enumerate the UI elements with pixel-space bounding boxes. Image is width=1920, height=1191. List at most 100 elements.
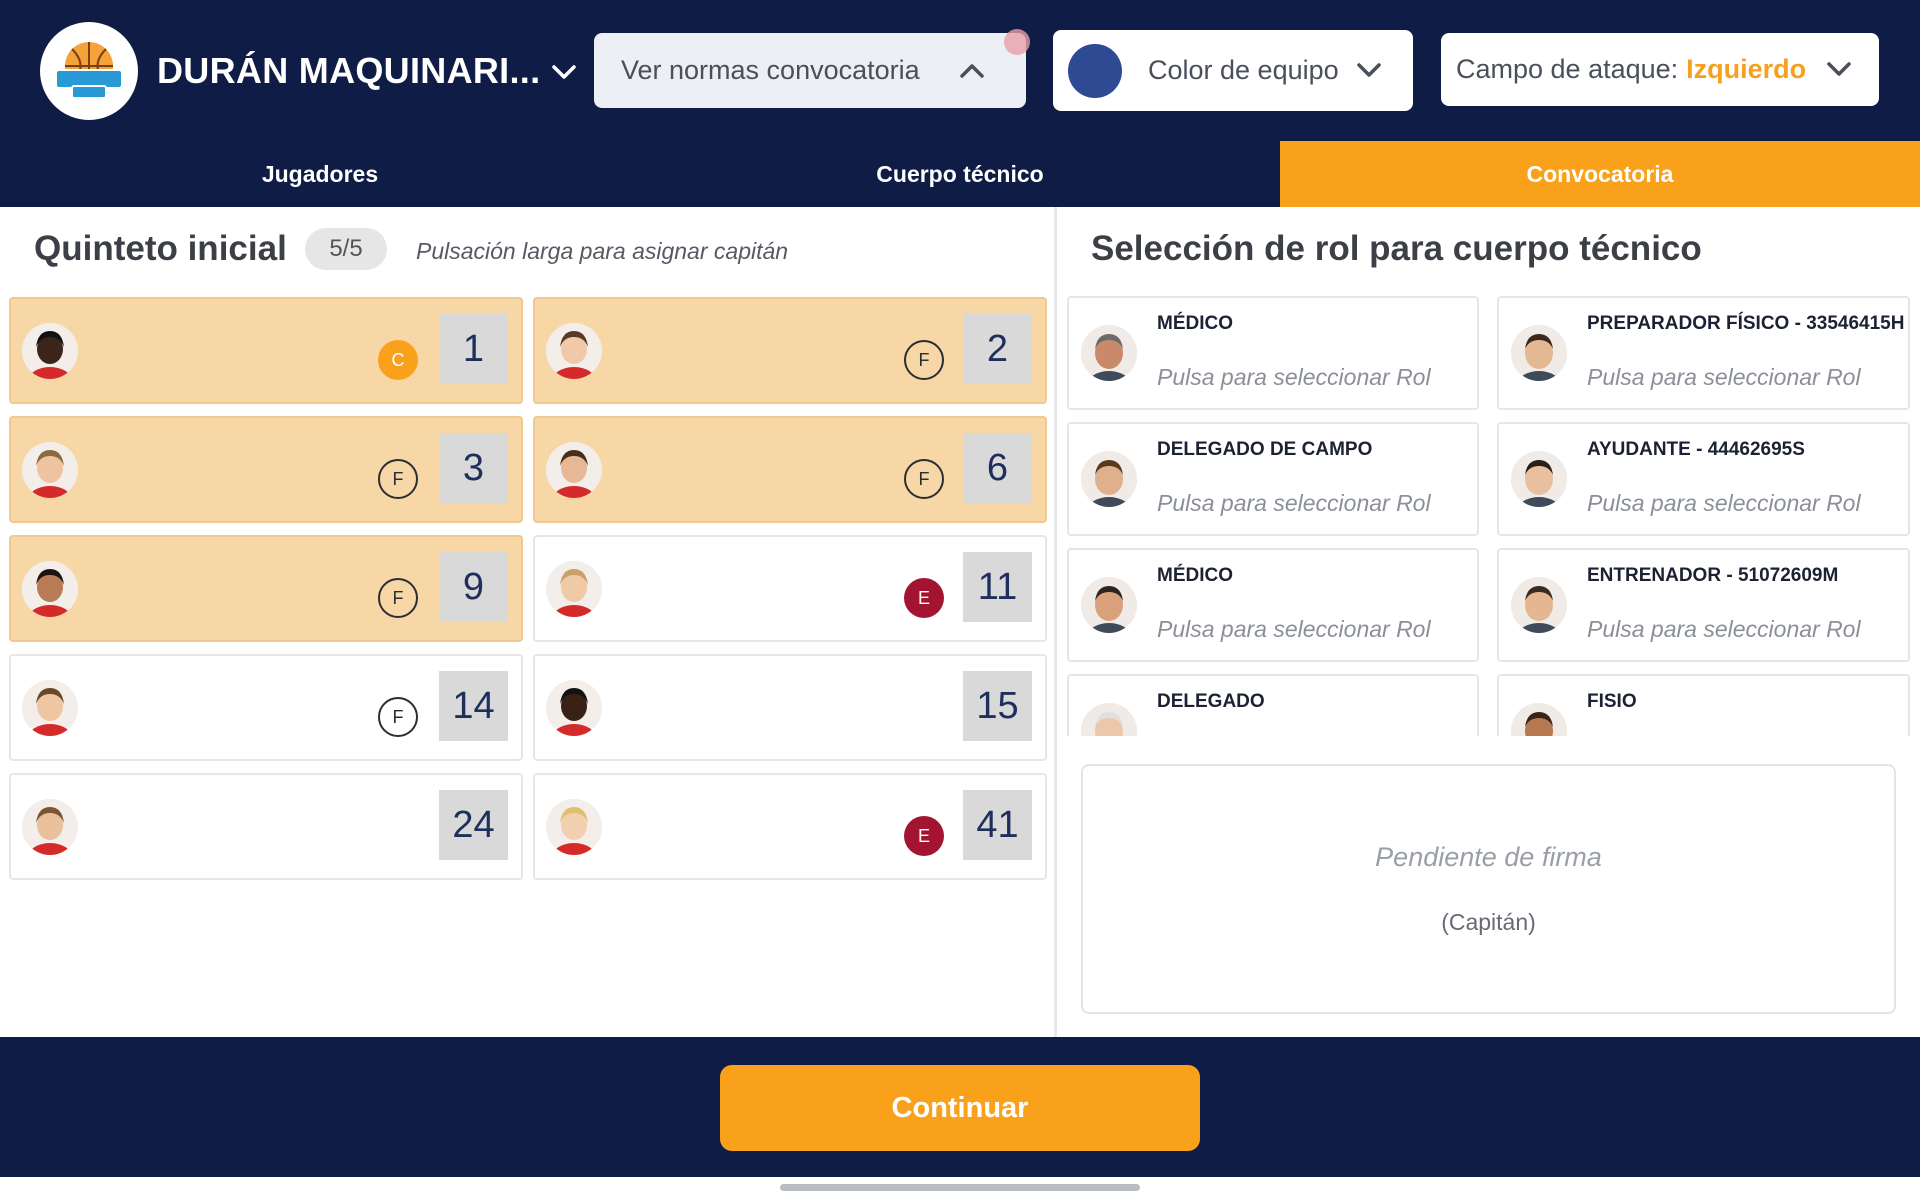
- player-number: 11: [963, 552, 1032, 622]
- team-color-label: Color de equipo: [1148, 55, 1339, 85]
- signature-box[interactable]: Pendiente de firma (Capitán): [1081, 764, 1896, 1014]
- staff-avatar: [1081, 577, 1137, 633]
- staff-card[interactable]: DELEGADO DE CAMPO Pulsa para seleccionar …: [1067, 422, 1479, 536]
- staff-role: DELEGADO DE CAMPO: [1157, 439, 1373, 460]
- footer-bar: Continuar: [0, 1037, 1920, 1177]
- staff-role-hint: Pulsa para seleccionar Rol: [1157, 364, 1431, 390]
- staff-title: Selección de rol para cuerpo técnico: [1091, 229, 1702, 268]
- player-avatar: [546, 799, 602, 855]
- rules-dropdown-button[interactable]: Ver normas convocatoria: [594, 33, 1026, 108]
- staff-role-hint: Pulsa para seleccionar Rol: [1587, 490, 1861, 516]
- e-badge: E: [904, 816, 944, 856]
- player-number: 24: [439, 790, 508, 860]
- staff-card[interactable]: FISIOPulsa para seleccionar Rol: [1497, 674, 1910, 736]
- staff-role: PREPARADOR FÍSICO - 33546415H: [1587, 313, 1905, 334]
- player-card[interactable]: F9: [9, 535, 523, 642]
- staff-scroll-area[interactable]: MÉDICO Pulsa para seleccionar Rol PREPARAD…: [1067, 296, 1912, 736]
- lineup-hint: Pulsación larga para asignar capitán: [416, 238, 789, 264]
- player-number: 15: [963, 671, 1032, 741]
- attack-side-dropdown[interactable]: Campo de ataque: Izquierdo: [1441, 33, 1879, 106]
- player-card[interactable]: F2: [533, 297, 1047, 404]
- player-card[interactable]: F 14: [9, 654, 523, 761]
- staff-role-hint: Pulsa para seleccionar Rol: [1157, 616, 1431, 642]
- staff-avatar: [1511, 703, 1567, 736]
- team-color-swatch: [1068, 43, 1122, 98]
- staff-avatar: [1511, 577, 1567, 633]
- player-number: 41: [963, 790, 1032, 860]
- tab-cuerpo-tecnico[interactable]: Cuerpo técnico: [640, 141, 1280, 207]
- player-number: 9: [439, 552, 508, 622]
- player-number: 6: [963, 433, 1032, 503]
- basketball-logo-icon: [55, 42, 123, 99]
- staff-card[interactable]: MÉDICO Pulsa para seleccionar Rol: [1067, 296, 1479, 410]
- rules-button-label: Ver normas convocatoria: [621, 55, 920, 85]
- tab-convocatoria[interactable]: Convocatoria: [1280, 141, 1920, 207]
- signature-role-text: (Capitán): [1441, 909, 1536, 935]
- staff-card[interactable]: AYUDANTE - 44462695S Pulsa para seleccion…: [1497, 422, 1910, 536]
- notification-dot: [1004, 29, 1030, 55]
- team-name: DURÁN MAQUINARI...: [157, 50, 541, 91]
- app-header: DURÁN MAQUINARI... Ver normas convocator…: [0, 0, 1920, 141]
- player-card[interactable]: C1: [9, 297, 523, 404]
- staff-card[interactable]: DELEGADOPulsa para seleccionar Rol: [1067, 674, 1479, 736]
- staff-grid: MÉDICO Pulsa para seleccionar Rol PREPARAD…: [1067, 296, 1912, 736]
- player-card[interactable]: E 11: [533, 535, 1047, 642]
- player-avatar: [546, 680, 602, 736]
- tab-bar: Jugadores Cuerpo técnico Convocatoria: [0, 141, 1920, 207]
- signature-pending-text: Pendiente de firma: [1375, 842, 1602, 872]
- lineup-panel: Quinteto inicial 5/5 Pulsación larga par…: [0, 207, 1055, 1037]
- staff-avatar: [1081, 325, 1137, 381]
- staff-avatar: [1511, 451, 1567, 507]
- player-avatar: [22, 323, 78, 379]
- player-card[interactable]: 15: [533, 654, 1047, 761]
- team-logo: [40, 22, 138, 120]
- chevron-down-icon[interactable]: [548, 56, 580, 88]
- captain-badge: C: [378, 340, 418, 380]
- player-avatar: [546, 442, 602, 498]
- staff-avatar: [1081, 451, 1137, 507]
- staff-card[interactable]: ENTRENADOR - 51072609M Pulsa para selecci…: [1497, 548, 1910, 662]
- attack-side-value: Izquierdo: [1686, 54, 1807, 84]
- staff-role: ENTRENADOR - 51072609M: [1587, 565, 1839, 586]
- staff-panel: Selección de rol para cuerpo técnico MÉD…: [1057, 207, 1920, 1037]
- staff-avatar: [1081, 703, 1137, 736]
- lineup-count-badge: 5/5: [305, 228, 387, 270]
- player-number: 14: [439, 671, 508, 741]
- staff-avatar: [1511, 325, 1567, 381]
- attack-side-label: Campo de ataque:: [1456, 54, 1679, 84]
- staff-role-hint: Pulsa para seleccionar Rol: [1587, 364, 1861, 390]
- staff-role: DELEGADO: [1157, 691, 1265, 712]
- player-avatar: [22, 680, 78, 736]
- player-number: 3: [439, 433, 508, 503]
- f-badge: F: [378, 697, 418, 737]
- team-color-dropdown[interactable]: Color de equipo: [1053, 30, 1413, 111]
- player-avatar: [22, 561, 78, 617]
- tab-jugadores[interactable]: Jugadores: [0, 141, 640, 207]
- player-card[interactable]: F6: [533, 416, 1047, 523]
- staff-card[interactable]: MÉDICO Pulsa para seleccionar Rol: [1067, 548, 1479, 662]
- staff-role-hint: Pulsa para seleccionar Rol: [1587, 616, 1861, 642]
- f-badge: F: [904, 459, 944, 499]
- lineup-title: Quinteto inicial: [34, 229, 287, 268]
- chevron-up-icon: [960, 64, 984, 78]
- player-avatar: [22, 799, 78, 855]
- player-card[interactable]: F3: [9, 416, 523, 523]
- chevron-down-icon: [1357, 63, 1381, 77]
- player-avatar: [546, 323, 602, 379]
- staff-role: MÉDICO: [1157, 313, 1233, 334]
- home-indicator: [780, 1184, 1140, 1191]
- staff-card[interactable]: PREPARADOR FÍSICO - 33546415H Pulsa para …: [1497, 296, 1910, 410]
- player-card[interactable]: E 41: [533, 773, 1047, 880]
- f-badge: F: [378, 459, 418, 499]
- e-badge: E: [904, 578, 944, 618]
- continue-button[interactable]: Continuar: [720, 1065, 1200, 1151]
- chevron-down-icon: [1827, 62, 1851, 76]
- player-avatar: [22, 442, 78, 498]
- player-avatar: [546, 561, 602, 617]
- player-card[interactable]: 24: [9, 773, 523, 880]
- f-badge: F: [378, 578, 418, 618]
- staff-role: MÉDICO: [1157, 565, 1233, 586]
- staff-role-hint: Pulsa para seleccionar Rol: [1157, 490, 1431, 516]
- staff-role: FISIO: [1587, 691, 1637, 712]
- f-badge: F: [904, 340, 944, 380]
